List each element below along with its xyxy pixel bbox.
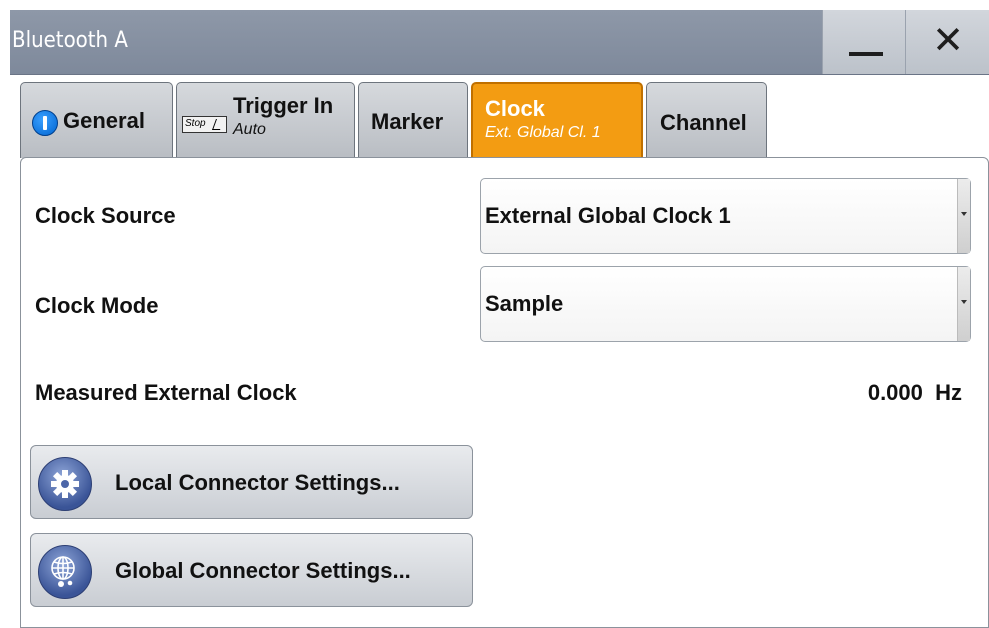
tab-clock-label: Clock — [485, 96, 545, 121]
close-button[interactable]: ✕ — [905, 10, 989, 74]
tab-trigger-label: Trigger In — [233, 93, 334, 118]
tab-marker[interactable]: Marker — [358, 82, 468, 158]
tab-general-label: General — [63, 108, 145, 133]
local-connector-settings-label: Local Connector Settings... — [115, 470, 400, 495]
clock-mode-label: Clock Mode — [35, 293, 159, 318]
title-bar: Bluetooth A ✕ — [10, 10, 989, 75]
tab-bar: General Stop Trigger In Auto Marker Cloc… — [0, 82, 989, 162]
tab-clock-sub: Ext. Global Cl. 1 — [485, 124, 601, 141]
tab-general[interactable]: General — [20, 82, 173, 158]
clock-mode-select[interactable]: Sample — [480, 266, 971, 342]
tab-channel[interactable]: Channel — [646, 82, 767, 158]
measured-clock-value: 0.000 Hz — [867, 380, 962, 405]
tab-trigger-sub: Auto — [233, 121, 266, 138]
clock-source-value: External Global Clock 1 — [485, 203, 731, 228]
dropdown-arrow-icon — [957, 267, 970, 341]
clock-source-select[interactable]: External Global Clock 1 — [480, 178, 971, 254]
trigger-stop-icon: Stop — [182, 116, 227, 133]
dropdown-arrow-icon — [957, 179, 970, 253]
gear-icon — [38, 457, 92, 511]
tab-trigger-in[interactable]: Stop Trigger In Auto — [176, 82, 355, 158]
global-connector-settings-button[interactable]: Global Connector Settings... — [30, 533, 473, 607]
measured-clock-label: Measured External Clock — [35, 380, 297, 405]
clock-source-label: Clock Source — [35, 203, 176, 228]
globe-gear-icon — [38, 545, 92, 599]
minimize-icon — [849, 52, 883, 56]
tab-channel-label: Channel — [660, 110, 747, 135]
minimize-button[interactable] — [822, 10, 907, 74]
local-connector-settings-button[interactable]: Local Connector Settings... — [30, 445, 473, 519]
close-icon: ✕ — [932, 18, 964, 62]
info-icon — [32, 110, 58, 136]
tab-marker-label: Marker — [371, 109, 444, 134]
global-connector-settings-label: Global Connector Settings... — [115, 558, 411, 583]
window-title: Bluetooth A — [12, 28, 128, 53]
clock-mode-value: Sample — [485, 291, 564, 316]
dialog-window: Bluetooth A ✕ General Stop Trigger In Au… — [0, 0, 989, 628]
tab-clock[interactable]: Clock Ext. Global Cl. 1 — [471, 82, 643, 158]
